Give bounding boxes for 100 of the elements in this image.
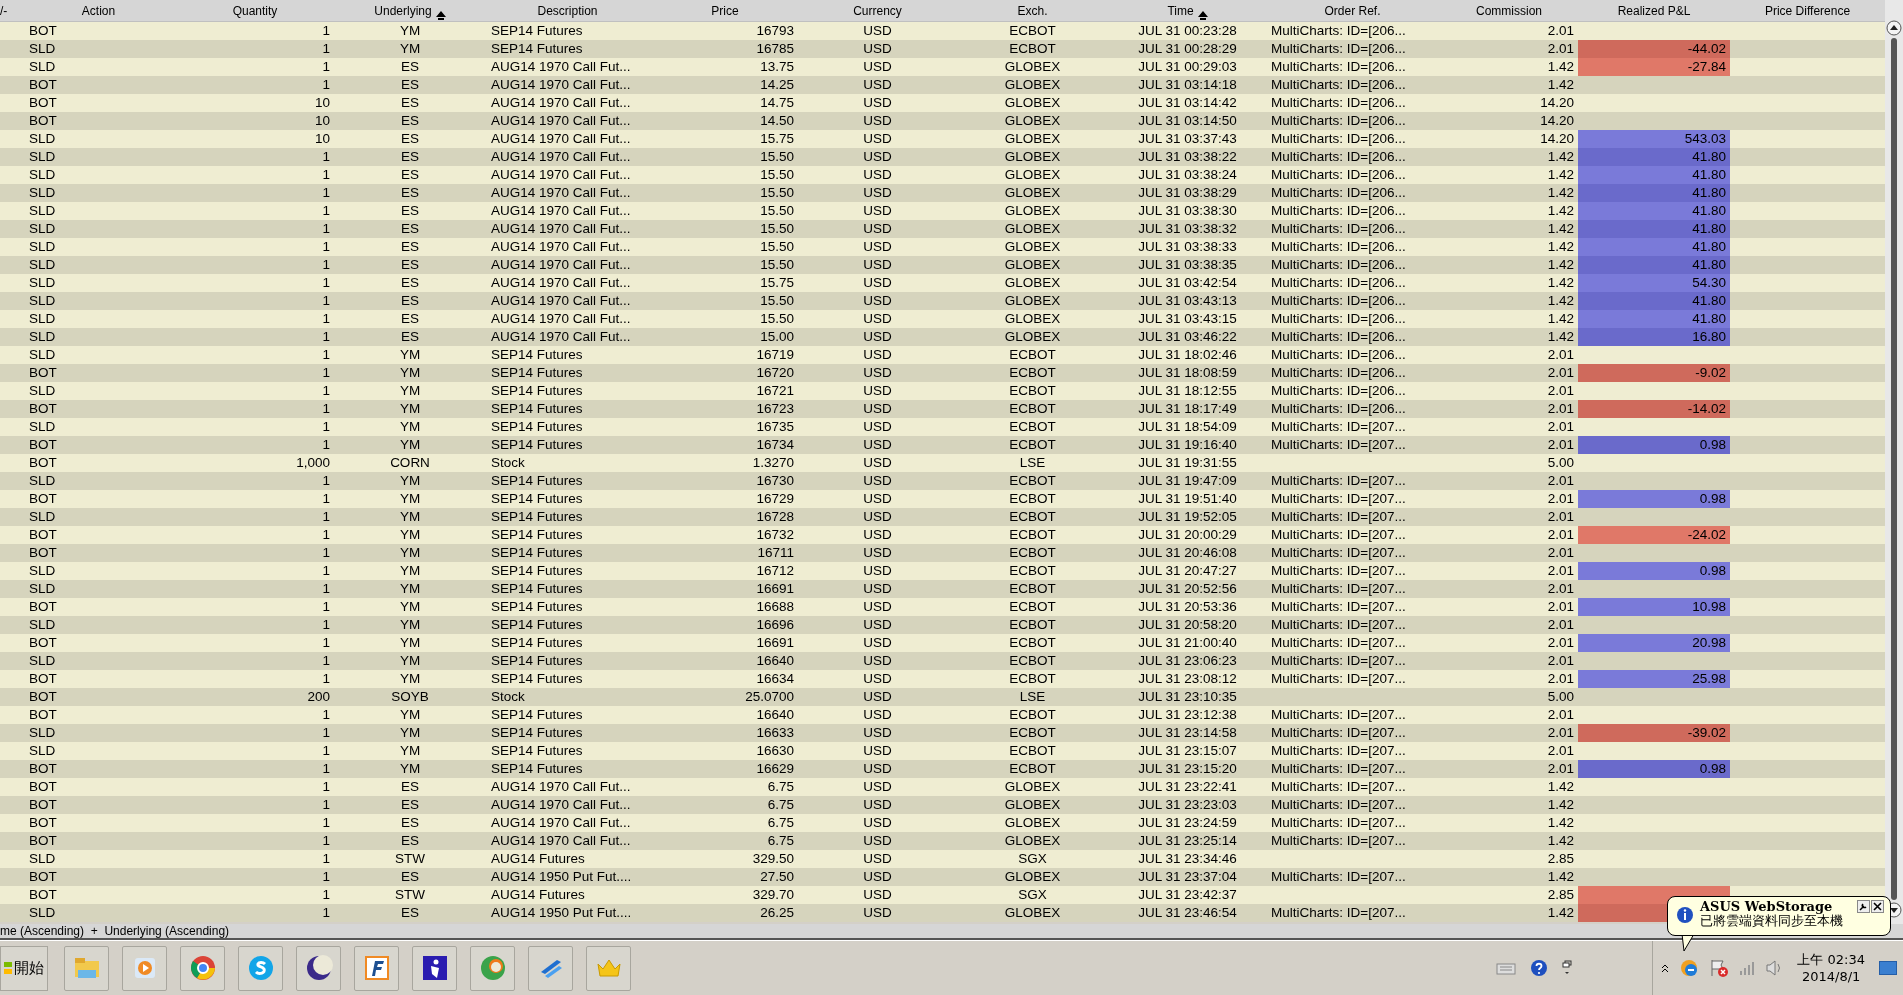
table-cell: USD (863, 814, 892, 832)
table-cell: BOT (29, 436, 57, 454)
pnl-cell: 543.03 (1578, 130, 1730, 148)
table-cell: 1 (322, 832, 330, 850)
table-cell: AUG14 Futures (491, 850, 585, 868)
table-cell: USD (863, 328, 892, 346)
table-cell: AUG14 1970 Call Fut... (491, 148, 631, 166)
table-cell: 1 (322, 760, 330, 778)
table-cell: 329.50 (752, 850, 794, 868)
table-cell: MultiCharts: ID=[206... (1271, 76, 1406, 94)
table-cell: 1 (322, 220, 330, 238)
table-cell: YM (399, 562, 421, 580)
table-cell: JUL 31 03:38:35 (1138, 256, 1237, 274)
table-cell: 2.85 (1547, 850, 1574, 868)
table-cell: JUL 31 19:16:40 (1138, 436, 1237, 454)
table-cell: SLD (29, 562, 56, 580)
table-cell: SEP14 Futures (491, 544, 583, 562)
table-cell: JUL 31 23:46:54 (1138, 904, 1237, 922)
table-cell: JUL 31 23:23:03 (1138, 796, 1237, 814)
table-cell: ECBOT (1009, 508, 1056, 526)
table-cell: ECBOT (1009, 490, 1056, 508)
table-cell: 2.01 (1547, 364, 1574, 382)
table-cell: JUL 31 23:34:46 (1138, 850, 1237, 868)
table-cell: MultiCharts: ID=[206... (1271, 292, 1406, 310)
table-cell: 15.50 (760, 184, 794, 202)
table-cell: MultiCharts: ID=[207... (1271, 652, 1406, 670)
table-cell: 1 (322, 418, 330, 436)
table-cell: JUL 31 20:00:29 (1138, 526, 1237, 544)
table-cell: YM (399, 382, 421, 400)
table-cell: JUL 31 03:38:22 (1138, 148, 1237, 166)
table-cell: 6.75 (767, 778, 794, 796)
table-cell: USD (863, 868, 892, 886)
table-cell: BOT (29, 886, 57, 904)
table-cell: 1.42 (1547, 292, 1574, 310)
table-cell: JUL 31 21:00:40 (1138, 634, 1237, 652)
table-cell: 1 (322, 22, 330, 40)
table-cell: 2.01 (1547, 526, 1574, 544)
table-cell: SLD (29, 328, 56, 346)
table-cell: USD (863, 796, 892, 814)
table-cell: BOT (29, 796, 57, 814)
table-cell: YM (399, 436, 421, 454)
table-cell: MultiCharts: ID=[206... (1271, 274, 1406, 292)
table-cell: ES (401, 832, 419, 850)
table-cell: YM (399, 508, 421, 526)
table-cell: 2.01 (1547, 616, 1574, 634)
table-cell: ES (401, 130, 419, 148)
table-cell: ECBOT (1009, 634, 1056, 652)
table-cell: ES (401, 238, 419, 256)
table-cell: YM (399, 472, 421, 490)
table-cell: AUG14 1950 Put Fut.... (491, 868, 632, 886)
table-cell: SLD (29, 472, 56, 490)
table-cell: 16634 (756, 670, 794, 688)
table-cell: JUL 31 23:42:37 (1138, 886, 1237, 904)
table-cell: ES (401, 184, 419, 202)
table-cell: USD (863, 454, 892, 472)
table-cell: SLD (29, 652, 56, 670)
table-cell: BOT (29, 526, 57, 544)
table-cell: 1 (322, 436, 330, 454)
table-cell: 15.50 (760, 310, 794, 328)
table-cell: USD (863, 886, 892, 904)
pnl-cell: 16.80 (1578, 328, 1730, 346)
table-cell: 15.50 (760, 202, 794, 220)
table-cell: MultiCharts: ID=[206... (1271, 40, 1406, 58)
table-cell: SEP14 Futures (491, 580, 583, 598)
table-cell: ES (401, 148, 419, 166)
pnl-cell: 20.98 (1578, 634, 1730, 652)
table-cell: MultiCharts: ID=[206... (1271, 382, 1406, 400)
table-cell: 6.75 (767, 832, 794, 850)
table-cell: JUL 31 23:10:35 (1138, 688, 1237, 706)
table-cell: JUL 31 23:08:12 (1138, 670, 1237, 688)
table-cell: 2.01 (1547, 22, 1574, 40)
table-cell: 1 (322, 238, 330, 256)
table-cell: AUG14 1970 Call Fut... (491, 778, 631, 796)
table-cell: USD (863, 274, 892, 292)
table-cell: YM (399, 346, 421, 364)
table-cell: MultiCharts: ID=[206... (1271, 94, 1406, 112)
table-cell: MultiCharts: ID=[207... (1271, 634, 1406, 652)
table-cell: SLD (29, 184, 56, 202)
table-cell: 15.50 (760, 220, 794, 238)
table-cell: 1.42 (1547, 256, 1574, 274)
table-cell: 16691 (756, 580, 794, 598)
table-cell: USD (863, 382, 892, 400)
table-cell: USD (863, 850, 892, 868)
table-cell: AUG14 1970 Call Fut... (491, 112, 631, 130)
table-cell: MultiCharts: ID=[207... (1271, 562, 1406, 580)
table-cell: MultiCharts: ID=[206... (1271, 112, 1406, 130)
table-cell: BOT (29, 634, 57, 652)
table-cell: 16729 (756, 490, 794, 508)
table-cell: AUG14 1970 Call Fut... (491, 202, 631, 220)
table-cell: 1 (322, 670, 330, 688)
table-cell: 2.01 (1547, 742, 1574, 760)
table-cell: USD (863, 400, 892, 418)
table-cell: SGX (1018, 886, 1047, 904)
table-cell: BOT (29, 760, 57, 778)
table-cell: USD (863, 130, 892, 148)
table-cell: 5.00 (1547, 454, 1574, 472)
table-cell: 15.50 (760, 256, 794, 274)
table-cell: MultiCharts: ID=[207... (1271, 868, 1406, 886)
table-cell: 14.25 (760, 76, 794, 94)
table-cell: 2.01 (1547, 544, 1574, 562)
